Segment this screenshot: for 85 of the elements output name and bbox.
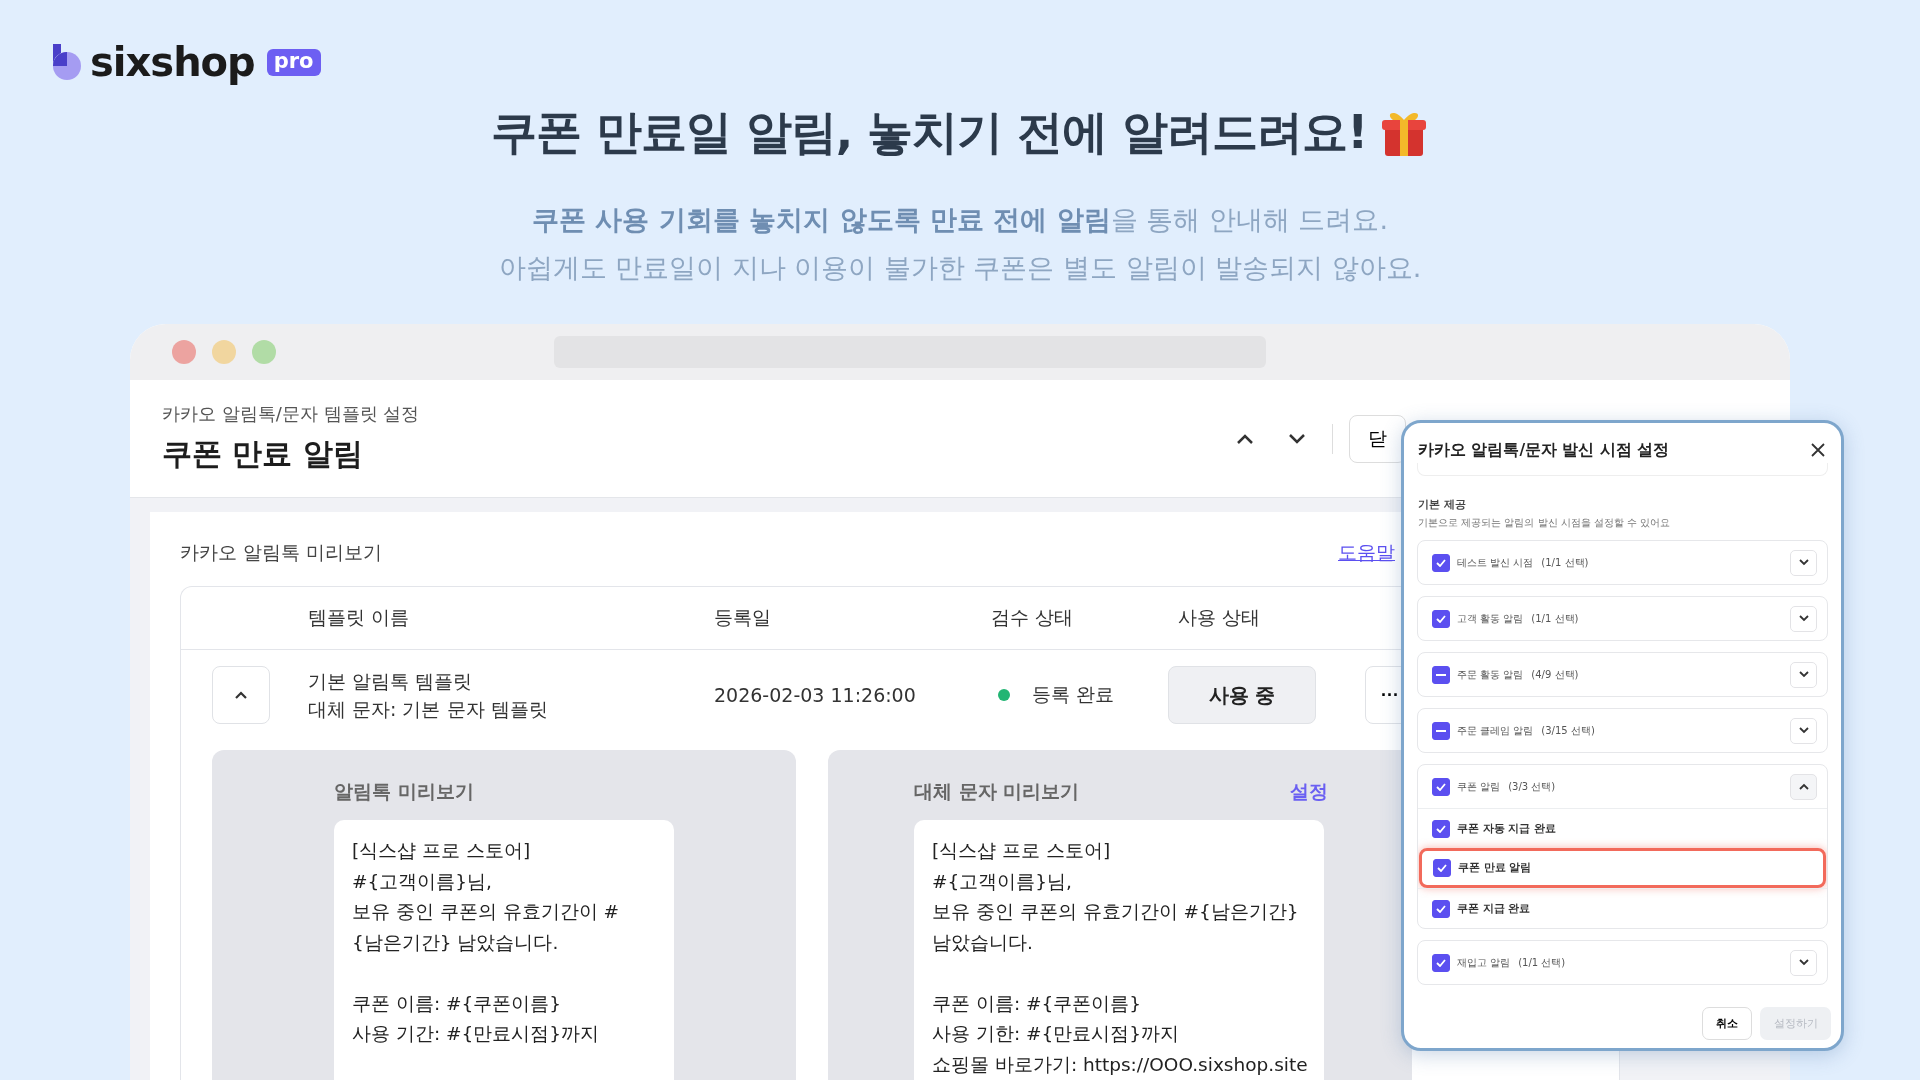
checkbox[interactable]	[1432, 899, 1450, 918]
toggle-button[interactable]	[1790, 661, 1817, 688]
close-dot-icon	[172, 340, 196, 364]
column-header: 검수 상태	[991, 605, 1075, 630]
toggle-button[interactable]	[1790, 605, 1817, 632]
caret-icon	[234, 690, 248, 700]
check-icon	[1436, 958, 1446, 967]
column-header: 사용 상태	[1178, 605, 1262, 630]
selection-count: (1/1 선택)	[1531, 611, 1580, 626]
minus-icon	[1436, 729, 1446, 732]
caret-icon	[1798, 727, 1809, 734]
section-description: 기본으로 제공되는 알림의 발신 시점을 설정할 수 있어요	[1418, 516, 1672, 530]
toggle-button[interactable]	[1790, 949, 1817, 976]
group-label: 주문 클레임 알림	[1457, 723, 1534, 738]
group-label: 고객 활동 알림	[1457, 611, 1524, 626]
subtitle-text: 쿠폰 사용 기회를 놓치지 않도록 만료 전에 알림을 통해 안내해 드려요.	[530, 203, 1390, 237]
review-status: 등록 완료	[1032, 682, 1115, 707]
check-icon	[1436, 824, 1446, 833]
checkbox[interactable]	[1432, 665, 1450, 684]
headline: 쿠폰 만료일 알림, 놓치기 전에 알려드려요!	[490, 104, 1368, 161]
checkbox[interactable]	[1432, 777, 1450, 796]
fallback-name: 대체 문자: 기본 문자 템플릿	[308, 697, 549, 722]
column-header: 템플릿 이름	[308, 605, 411, 630]
caret-icon	[1798, 559, 1809, 566]
chevron-down-icon[interactable]	[1288, 432, 1306, 445]
caret-icon	[1798, 671, 1809, 678]
checkbox[interactable]	[1432, 609, 1450, 628]
column-header: 등록일	[714, 605, 772, 630]
option-row[interactable]: 쿠폰 자동 지급 완료	[1418, 808, 1827, 848]
brand-name: sixshop	[90, 39, 255, 85]
dialog-title: 카카오 알림톡/문자 발신 시점 설정	[1418, 439, 1670, 461]
settings-link[interactable]: 설정	[1290, 779, 1328, 805]
maximize-dot-icon	[252, 340, 276, 364]
toggle-button[interactable]	[1790, 773, 1817, 800]
check-icon	[1436, 558, 1446, 567]
selection-count: (3/3 선택)	[1508, 779, 1557, 794]
selection-count: (3/15 선택)	[1541, 723, 1596, 738]
check-icon	[1437, 864, 1447, 872]
selection-count: (4/9 선택)	[1531, 667, 1580, 682]
pro-badge: pro	[266, 48, 321, 76]
preview-title: 대체 문자 미리보기	[914, 779, 1080, 804]
checkbox[interactable]	[1432, 819, 1450, 838]
template-name: 기본 알림톡 템플릿	[308, 669, 474, 694]
section-title: 카카오 알림톡 미리보기	[180, 540, 383, 565]
checkbox[interactable]	[1432, 721, 1450, 740]
caret-icon	[1798, 959, 1809, 966]
check-icon	[1436, 782, 1446, 791]
check-icon	[1436, 614, 1446, 623]
option-label: 쿠폰 지급 완료	[1457, 901, 1531, 916]
checkbox[interactable]	[1433, 859, 1451, 877]
group-label: 테스트 발신 시점	[1457, 555, 1534, 570]
toggle-button[interactable]	[1790, 717, 1817, 744]
group-label: 주문 활동 알림	[1457, 667, 1524, 682]
option-label: 쿠폰 자동 지급 완료	[1457, 821, 1556, 836]
caret-icon	[1798, 783, 1809, 790]
date-cell-text: 2026-02-03 11:26:00	[714, 684, 917, 706]
logo-icon	[52, 43, 82, 81]
message-text: [식스샵 프로 스토어] #{고객이름}님, 보유 중인 쿠폰의 유효기간이 # {남은기간} 남았습니다. 쿠폰 이름: #{쿠폰이름} 사용 기간: #{만료시점}까지	[352, 839, 621, 1046]
close-icon[interactable]	[1811, 443, 1825, 457]
breadcrumb: 카카오 알림톡/문자 템플릿 설정	[162, 402, 420, 426]
status-dot-icon	[998, 689, 1010, 701]
minimize-dot-icon	[212, 340, 236, 364]
section-heading: 기본 제공	[1418, 498, 1467, 512]
checkbox[interactable]	[1432, 553, 1450, 572]
page-title: 쿠폰 만료 알림	[162, 435, 364, 473]
caret-icon	[1798, 615, 1809, 622]
selection-count: (1/1 선택)	[1518, 955, 1567, 970]
usage-button[interactable]: 사용 중	[1168, 666, 1316, 724]
check-icon	[1436, 904, 1446, 913]
cancel-button[interactable]: 취소	[1702, 1007, 1752, 1040]
close-button[interactable]: 닫	[1349, 414, 1406, 463]
minus-icon	[1436, 673, 1446, 676]
group-label: 쿠폰 알림	[1457, 779, 1501, 794]
help-link[interactable]: 도움말	[1338, 540, 1395, 566]
option-row[interactable]: 쿠폰 지급 완료	[1418, 888, 1827, 928]
option-label: 쿠폰 만료 알림	[1458, 861, 1532, 875]
group-label: 재입고 알림	[1457, 955, 1511, 970]
option-row[interactable]: 쿠폰 만료 알림	[1419, 848, 1826, 888]
message-text: [식스샵 프로 스토어] #{고객이름}님, 보유 중인 쿠폰의 유효기간이 #{남은기간} 남았습니다. 쿠폰 이름: #{쿠폰이름} 사용 기한: #{만료시점}까지 쇼핑몰 바로가기: https://OOO.sixshop.site	[932, 839, 1306, 1077]
checkbox[interactable]	[1432, 953, 1450, 972]
toggle-button[interactable]	[1790, 549, 1817, 576]
selection-count: (1/1 선택)	[1541, 555, 1590, 570]
subtitle-text: 아쉽게도 만료일이 지나 이용이 불가한 쿠폰은 별도 알림이 발송되지 않아요.	[497, 251, 1423, 285]
chevron-up-icon[interactable]	[1236, 432, 1254, 445]
preview-title: 알림톡 미리보기	[334, 779, 474, 804]
